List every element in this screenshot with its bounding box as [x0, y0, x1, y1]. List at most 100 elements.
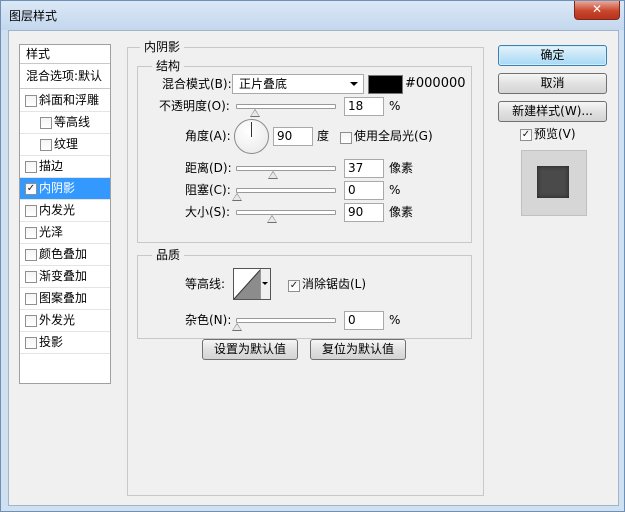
inner-shadow-group: 内阴影 结构 混合模式(B): 正片叠底 #000000 不透明度(O): 18…	[127, 40, 484, 496]
choke-slider-track[interactable]	[232, 188, 336, 201]
new-style-button[interactable]: 新建样式(W)...	[498, 101, 607, 122]
preview-checkbox[interactable]: ✓	[520, 129, 532, 141]
sidebar-item-1[interactable]: 等高线	[20, 112, 110, 134]
sidebar-item-4[interactable]: ✓ 内阴影	[20, 178, 110, 200]
layer-style-dialog: 图层样式 ✕ 样式 混合选项:默认 斜面和浮雕 等高线 纹理 描边 ✓ 内阴影 内发光 光泽颜…	[0, 0, 625, 512]
sidebar-item-label: 外发光	[39, 313, 76, 327]
contour-label: 等高线:	[185, 277, 226, 291]
sidebar-item-label: 投影	[39, 335, 64, 349]
size-slider-track[interactable]	[236, 210, 336, 223]
sidebar-item-6[interactable]: 光泽	[20, 222, 110, 244]
chevron-down-icon	[350, 82, 358, 86]
choke-unit: %	[389, 183, 401, 197]
quality-group: 品质 等高线: ✓ 消除锯齿(L) 杂色(N): 0 %	[137, 248, 472, 339]
antialias-label[interactable]: 消除锯齿(L)	[302, 275, 366, 293]
opacity-slider-thumb[interactable]	[249, 109, 260, 117]
blend-mode-label: 混合模式(B):	[162, 77, 232, 91]
contour-curve-icon	[234, 269, 261, 299]
make-default-button[interactable]: 设置为默认值	[202, 339, 298, 360]
sidebar-item-label: 光泽	[39, 225, 64, 239]
sidebar-item-10[interactable]: 外发光	[20, 310, 110, 332]
sidebar-item-11[interactable]: 投影	[20, 332, 110, 354]
distance-slider-track[interactable]	[236, 166, 336, 179]
style-preview	[521, 150, 587, 216]
size-label: 大小(S):	[185, 205, 231, 219]
sidebar-item-label: 斜面和浮雕	[39, 93, 100, 107]
opacity-slider-track[interactable]	[236, 104, 336, 117]
sidebar-item-label: 描边	[39, 159, 64, 173]
shadow-color-hex: #000000	[405, 76, 466, 91]
sidebar-item-label: 内阴影	[39, 181, 76, 195]
sidebar-item-checkbox[interactable]	[25, 161, 37, 173]
window-title: 图层样式	[9, 9, 58, 23]
size-unit: 像素	[389, 205, 414, 219]
sidebar-item-label: 内发光	[39, 203, 76, 217]
sidebar-item-checkbox[interactable]	[25, 249, 37, 261]
sidebar-item-checkbox[interactable]	[25, 227, 37, 239]
sidebar-item-checkbox[interactable]	[40, 117, 52, 129]
opacity-label: 不透明度(O):	[159, 99, 230, 113]
styles-header[interactable]: 样式	[20, 45, 110, 64]
sidebar-item-label: 渐变叠加	[39, 269, 88, 283]
global-light-checkbox[interactable]	[340, 132, 352, 144]
angle-unit: 度	[317, 129, 330, 143]
quality-legend: 品质	[152, 248, 185, 262]
distance-label: 距离(D):	[185, 161, 232, 175]
sidebar-item-checkbox[interactable]	[25, 315, 37, 327]
opacity-input[interactable]: 18	[344, 97, 384, 116]
sidebar-item-3[interactable]: 描边	[20, 156, 110, 178]
sidebar-item-checkbox[interactable]	[25, 95, 37, 107]
sidebar-item-checkbox[interactable]	[40, 139, 52, 151]
cancel-button[interactable]: 取消	[498, 73, 607, 94]
antialias-checkbox[interactable]: ✓	[288, 280, 300, 292]
sidebar-item-8[interactable]: 渐变叠加	[20, 266, 110, 288]
sidebar-item-7[interactable]: 颜色叠加	[20, 244, 110, 266]
sidebar-item-checkbox[interactable]	[25, 293, 37, 305]
structure-legend: 结构	[152, 59, 185, 73]
noise-unit: %	[389, 313, 401, 327]
choke-label: 阻塞(C):	[185, 183, 231, 197]
structure-group: 结构 混合模式(B): 正片叠底 #000000 不透明度(O): 18 % 角…	[137, 59, 472, 243]
noise-slider-thumb[interactable]	[232, 323, 242, 331]
angle-input[interactable]: 90	[273, 127, 313, 146]
opacity-unit: %	[389, 99, 401, 113]
styles-sidebar: 样式 混合选项:默认 斜面和浮雕 等高线 纹理 描边 ✓ 内阴影 内发光 光泽 颜色叠加 渐变叠加…	[19, 44, 111, 384]
sidebar-item-label: 图案叠加	[39, 291, 88, 305]
sidebar-item-checkbox[interactable]	[25, 271, 37, 283]
angle-dial[interactable]	[234, 119, 269, 154]
choke-slider-thumb[interactable]	[232, 193, 242, 201]
sidebar-item-checkbox[interactable]	[25, 337, 37, 349]
sidebar-item-checkbox[interactable]: ✓	[25, 183, 37, 195]
sidebar-item-checkbox[interactable]	[25, 205, 37, 217]
close-icon[interactable]: ✕	[574, 1, 620, 20]
sidebar-item-2[interactable]: 纹理	[20, 134, 110, 156]
sidebar-item-5[interactable]: 内发光	[20, 200, 110, 222]
noise-slider-track[interactable]	[232, 318, 336, 331]
ok-button[interactable]: 确定	[498, 45, 607, 66]
distance-slider-thumb[interactable]	[268, 171, 279, 179]
global-light-label[interactable]: 使用全局光(G)	[354, 127, 433, 145]
title-bar[interactable]: 图层样式 ✕	[1, 1, 624, 30]
reset-default-button[interactable]: 复位为默认值	[310, 339, 406, 360]
blend-mode-select[interactable]: 正片叠底	[232, 74, 364, 94]
noise-input[interactable]: 0	[344, 311, 384, 330]
shadow-color-swatch[interactable]	[368, 75, 403, 94]
sidebar-item-blending-options[interactable]: 混合选项:默认	[20, 65, 110, 89]
sidebar-item-9[interactable]: 图案叠加	[20, 288, 110, 310]
preview-label[interactable]: 预览(V)	[534, 125, 576, 143]
size-slider-thumb[interactable]	[267, 215, 278, 223]
size-input[interactable]: 90	[344, 203, 384, 222]
noise-label: 杂色(N):	[185, 313, 232, 327]
choke-input[interactable]: 0	[344, 181, 384, 200]
sidebar-item-0[interactable]: 斜面和浮雕	[20, 90, 110, 112]
style-preview-square	[537, 166, 569, 198]
sidebar-item-label: 纹理	[54, 137, 79, 151]
distance-input[interactable]: 37	[344, 159, 384, 178]
angle-label: 角度(A):	[185, 129, 231, 143]
dialog-client-area: 样式 混合选项:默认 斜面和浮雕 等高线 纹理 描边 ✓ 内阴影 内发光 光泽 颜色叠加 渐变叠加…	[8, 30, 619, 506]
contour-picker[interactable]	[233, 268, 271, 300]
chevron-down-icon[interactable]	[260, 269, 270, 299]
distance-unit: 像素	[389, 161, 414, 175]
inner-shadow-title: 内阴影	[140, 40, 185, 54]
sidebar-item-label: 颜色叠加	[39, 247, 88, 261]
